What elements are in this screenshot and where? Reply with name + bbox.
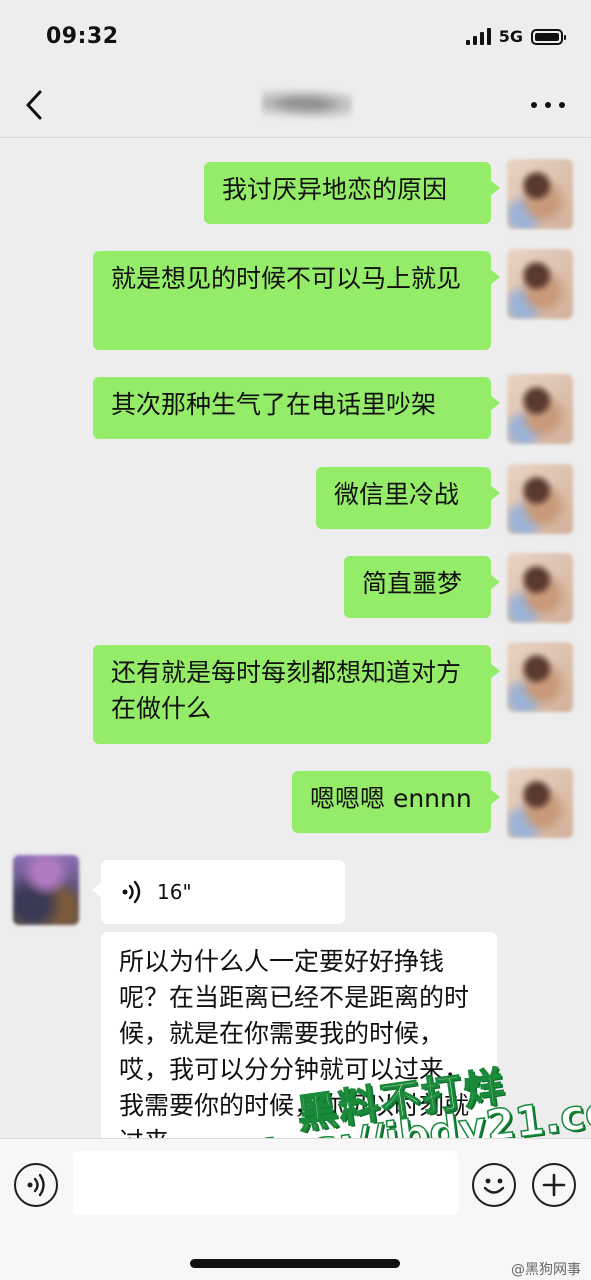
voice-wave-icon [122, 880, 141, 904]
chat-title [262, 86, 352, 120]
network-label: 5G [498, 27, 523, 46]
signal-icon [465, 28, 491, 45]
voice-duration: 16" [157, 880, 192, 904]
message-bubble[interactable]: 还有就是每时每刻都想知道对方在做什么 [93, 645, 500, 744]
more-dot [545, 102, 551, 108]
my-avatar[interactable] [507, 249, 573, 319]
voice-toggle-button[interactable] [14, 1163, 58, 1207]
input-bar: @黑狗网事 [0, 1138, 591, 1280]
contact-avatar[interactable] [13, 855, 79, 925]
more-dot [531, 102, 537, 108]
message-bubble[interactable]: 就是想见的时候不可以马上就见 [93, 251, 500, 350]
message-bubble[interactable]: 简直噩梦 [344, 556, 500, 618]
message-bubble[interactable]: 微信里冷战 [316, 467, 500, 529]
message-bubble[interactable]: 其次那种生气了在电话里吵架 [93, 377, 500, 439]
message-bubble[interactable]: 我讨厌异地恋的原因 [204, 162, 500, 224]
emoji-icon [483, 1178, 505, 1194]
source-watermark: @黑狗网事 [511, 1262, 581, 1278]
voice-message[interactable]: 16" [92, 860, 345, 924]
plus-icon [542, 1173, 566, 1197]
more-button[interactable] [531, 92, 565, 118]
home-indicator[interactable] [190, 1259, 400, 1268]
status-time: 09:32 [46, 24, 119, 49]
plus-button[interactable] [532, 1163, 576, 1207]
my-avatar[interactable] [507, 159, 573, 229]
emoji-button[interactable] [472, 1163, 516, 1207]
my-avatar[interactable] [507, 642, 573, 712]
chevron-left-icon [26, 90, 42, 120]
my-avatar[interactable] [507, 553, 573, 623]
battery-icon [531, 28, 566, 45]
back-button[interactable] [18, 86, 52, 124]
voice-icon [27, 1173, 45, 1197]
nav-bar [0, 72, 591, 138]
message-input[interactable] [73, 1151, 458, 1215]
my-avatar[interactable] [507, 768, 573, 838]
my-avatar[interactable] [507, 374, 573, 444]
my-avatar[interactable] [507, 464, 573, 534]
status-bar: 09:32 5G [0, 0, 591, 72]
message-bubble[interactable]: 嗯嗯嗯 ennnn [292, 771, 500, 833]
status-icons: 5G [465, 27, 566, 46]
more-dot [559, 102, 565, 108]
